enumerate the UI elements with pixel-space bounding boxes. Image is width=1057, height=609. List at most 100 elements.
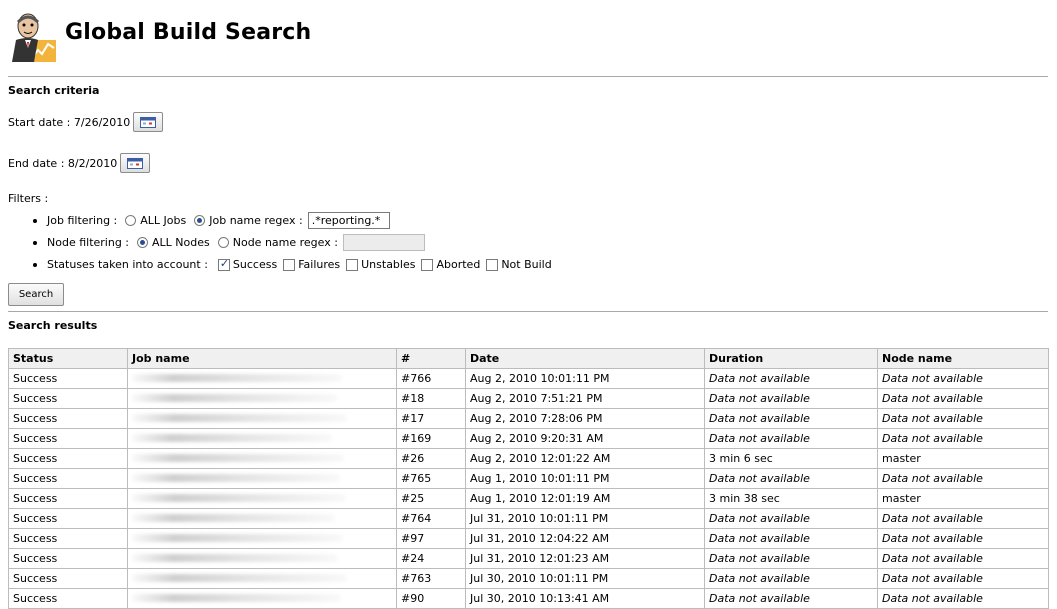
bullet — [33, 240, 37, 245]
status-cell: Success — [8, 408, 128, 429]
node-name-cell: Data not available — [877, 508, 1049, 529]
build-number-link[interactable]: #25 — [396, 488, 466, 509]
status-cell: Success — [8, 388, 128, 409]
end-date-label: End date : 8/2/2010 — [8, 156, 118, 170]
build-number-link[interactable]: #766 — [396, 368, 466, 389]
page-header: Global Build Search — [8, 10, 1048, 64]
table-header-row: Status Job name # Date Duration Node nam… — [8, 348, 1049, 369]
status-cell: Success — [8, 448, 128, 469]
build-number-link[interactable]: #97 — [396, 528, 466, 549]
job-name-cell[interactable] — [127, 488, 397, 509]
build-number-link[interactable]: #763 — [396, 568, 466, 589]
build-number-link[interactable]: #18 — [396, 388, 466, 409]
duration-cell: Data not available — [704, 568, 878, 589]
start-date-label: Start date : 7/26/2010 — [8, 115, 131, 129]
job-name-cell[interactable] — [127, 528, 397, 549]
butler-logo — [12, 13, 56, 62]
build-number-link[interactable]: #764 — [396, 508, 466, 529]
search-criteria-title: Search criteria — [8, 84, 100, 97]
calendar-icon — [140, 116, 157, 128]
node-name-cell: Data not available — [877, 588, 1049, 609]
end-date-row: End date : 8/2/2010 — [8, 153, 151, 173]
date-cell: Aug 2, 2010 12:01:22 AM — [465, 448, 705, 469]
node-name-cell: master — [877, 488, 1049, 509]
table-row: Success #24 Jul 31, 2010 12:01:23 AM Data n… — [8, 548, 1049, 569]
table-row: Success #766 Aug 2, 2010 10:01:11 PM Data n… — [8, 368, 1049, 389]
search-button[interactable]: Search — [8, 283, 64, 306]
duration-cell: Data not available — [704, 588, 878, 609]
build-number-link[interactable]: #765 — [396, 468, 466, 489]
calendar-icon — [127, 157, 144, 169]
all-jobs-label: ALL Jobs — [140, 214, 187, 227]
end-date-calendar-button[interactable] — [120, 153, 151, 173]
node-name-cell: Data not available — [877, 428, 1049, 449]
column-header-date[interactable]: Date — [465, 348, 705, 369]
failures-checkbox[interactable] — [283, 258, 296, 271]
build-number-link[interactable]: #24 — [396, 548, 466, 569]
redacted-job-name — [132, 514, 335, 522]
job-name-cell[interactable] — [127, 448, 397, 469]
redacted-job-name — [132, 474, 340, 482]
build-number-link[interactable]: #17 — [396, 408, 466, 429]
bullet — [33, 262, 37, 267]
job-name-cell[interactable] — [127, 588, 397, 609]
not-build-checkbox[interactable] — [486, 258, 499, 271]
status-cell: Success — [8, 508, 128, 529]
duration-cell: Data not available — [704, 428, 878, 449]
all-nodes-radio[interactable] — [137, 237, 149, 248]
column-header-duration[interactable]: Duration — [704, 348, 878, 369]
job-name-cell[interactable] — [127, 428, 397, 449]
all-jobs-radio[interactable] — [125, 215, 137, 226]
duration-cell: Data not available — [704, 388, 878, 409]
unstables-label: Unstables — [361, 258, 416, 271]
table-row: Success #169 Aug 2, 2010 9:20:31 AM Data no… — [8, 428, 1049, 449]
job-regex-input[interactable] — [307, 212, 390, 229]
success-label: Success — [232, 258, 278, 271]
job-name-cell[interactable] — [127, 408, 397, 429]
column-header-number[interactable]: # — [396, 348, 466, 369]
aborted-checkbox[interactable] — [421, 258, 434, 271]
status-cell: Success — [8, 528, 128, 549]
table-row: Success #25 Aug 1, 2010 12:01:19 AM 3 min 3… — [8, 488, 1049, 509]
job-name-cell[interactable] — [127, 508, 397, 529]
build-number-link[interactable]: #90 — [396, 588, 466, 609]
aborted-label: Aborted — [436, 258, 481, 271]
failures-label: Failures — [298, 258, 341, 271]
date-cell: Jul 31, 2010 12:04:22 AM — [465, 528, 705, 549]
job-name-cell[interactable] — [127, 468, 397, 489]
job-filtering-label: Job filtering : — [47, 214, 118, 227]
column-header-status[interactable]: Status — [8, 348, 128, 369]
redacted-job-name — [132, 454, 344, 462]
redacted-job-name — [132, 534, 343, 542]
table-row: Success #18 Aug 2, 2010 7:51:21 PM Data not… — [8, 388, 1049, 409]
unstables-checkbox[interactable] — [346, 258, 359, 271]
job-regex-radio[interactable] — [194, 215, 206, 226]
date-cell: Jul 30, 2010 10:13:41 AM — [465, 588, 705, 609]
job-name-cell[interactable] — [127, 388, 397, 409]
start-date-calendar-button[interactable] — [133, 112, 164, 132]
table-row: Success #17 Aug 2, 2010 7:28:06 PM Data not… — [8, 408, 1049, 429]
table-row: Success #90 Jul 30, 2010 10:13:41 AM Data n… — [8, 588, 1049, 609]
node-name-cell: Data not available — [877, 468, 1049, 489]
search-results-title: Search results — [8, 319, 98, 332]
duration-cell: Data not available — [704, 468, 878, 489]
redacted-job-name — [132, 414, 347, 422]
build-number-link[interactable]: #26 — [396, 448, 466, 469]
build-number-link[interactable]: #169 — [396, 428, 466, 449]
table-row: Success #765 Aug 1, 2010 10:01:11 PM Data n… — [8, 468, 1049, 489]
success-checkbox[interactable] — [217, 257, 230, 271]
duration-cell: 3 min 6 sec — [704, 448, 878, 469]
job-name-cell[interactable] — [127, 368, 397, 389]
status-cell: Success — [8, 428, 128, 449]
node-name-cell: Data not available — [877, 528, 1049, 549]
table-row: Success #26 Aug 2, 2010 12:01:22 AM 3 min 6… — [8, 448, 1049, 469]
column-header-node-name[interactable]: Node name — [877, 348, 1049, 369]
node-regex-input[interactable] — [342, 234, 425, 251]
column-header-job-name[interactable]: Job name — [127, 348, 397, 369]
node-name-cell: master — [877, 448, 1049, 469]
node-regex-radio[interactable] — [217, 237, 229, 248]
not-build-label: Not Build — [501, 258, 552, 271]
date-cell: Aug 1, 2010 12:01:19 AM — [465, 488, 705, 509]
job-name-cell[interactable] — [127, 568, 397, 589]
job-name-cell[interactable] — [127, 548, 397, 569]
